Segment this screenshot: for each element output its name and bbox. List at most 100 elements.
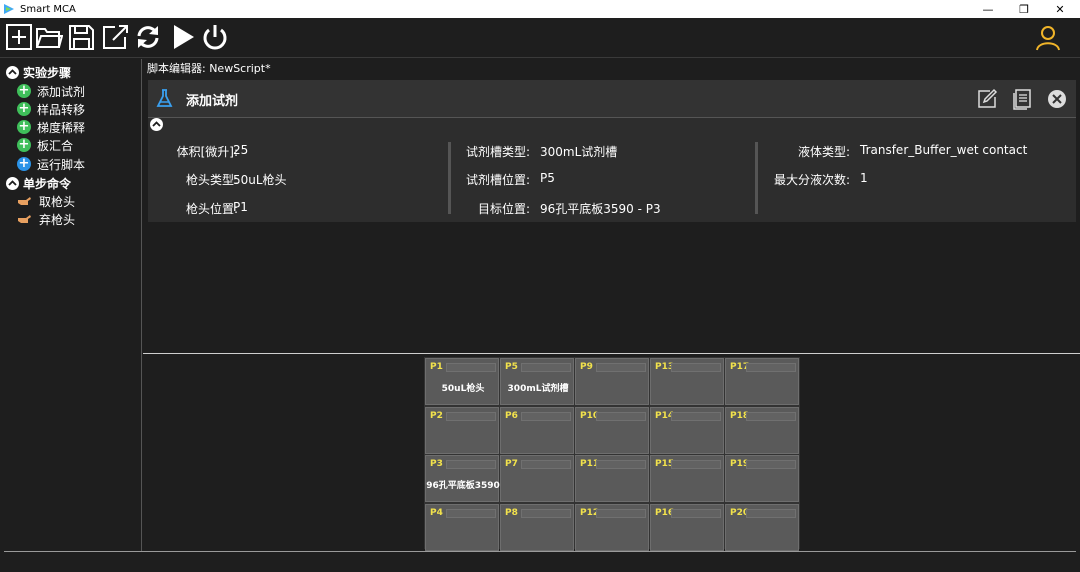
- power-icon: [203, 25, 227, 50]
- reservoir-position-value[interactable]: P5: [540, 171, 555, 185]
- liquid-type-label: 液体类型:: [797, 145, 850, 159]
- reservoir-type-value[interactable]: 300mL试剂槽: [540, 143, 617, 160]
- deck-slot-p13[interactable]: P13: [650, 358, 724, 405]
- deck-slot-p12[interactable]: P12: [575, 503, 649, 551]
- edit-icon[interactable]: [976, 88, 998, 110]
- plus-icon: +: [17, 119, 31, 134]
- target-position-value[interactable]: 96孔平底板3590 - P3: [540, 200, 661, 217]
- new-script-button[interactable]: [4, 22, 34, 52]
- tree-item-gradient-dilution[interactable]: + 梯度稀释: [17, 118, 85, 136]
- slot-bar: [596, 508, 646, 518]
- plus-icon: +: [17, 156, 31, 171]
- deck-slot-p8[interactable]: P8: [500, 503, 574, 551]
- deck-slot-p20[interactable]: P20: [725, 503, 799, 551]
- slot-bar: [446, 363, 496, 372]
- max-dispense-label: 最大分液次数:: [773, 173, 850, 187]
- tip-type-value[interactable]: 50uL枪头: [233, 171, 287, 188]
- toolbar: [0, 18, 1080, 58]
- target-position-label: 目标位置:: [477, 202, 530, 216]
- play-icon: [174, 25, 194, 49]
- deck-slot-p18[interactable]: P18: [725, 406, 799, 454]
- script-editor-label: 脚本编辑器: NewScript*: [147, 62, 271, 75]
- tree-item-plate-merge[interactable]: + 板汇合: [17, 136, 73, 154]
- slot-bar: [446, 460, 496, 469]
- tree-item-sample-transfer[interactable]: + 样品转移: [17, 100, 85, 118]
- close-step-icon[interactable]: [1046, 88, 1068, 110]
- slot-bar: [671, 411, 721, 421]
- deck-slot-p10[interactable]: P10: [575, 406, 649, 454]
- tree-category-experiment-steps[interactable]: 实验步骤: [6, 63, 71, 81]
- slot-id: P8: [505, 507, 518, 518]
- tip-position-value[interactable]: P1: [233, 200, 248, 214]
- step-card-header: 添加试剂: [148, 80, 1076, 118]
- export-button[interactable]: [100, 22, 130, 52]
- deck-slot-p16[interactable]: P16: [650, 503, 724, 551]
- slot-id: P6: [505, 410, 518, 421]
- restore-button[interactable]: ❐: [1006, 0, 1042, 18]
- collapse-icon[interactable]: [6, 176, 19, 190]
- export-icon: [103, 25, 128, 49]
- hand-pointer-icon: [18, 197, 31, 205]
- tree-item-drop-tip[interactable]: 弃枪头: [17, 210, 75, 228]
- slot-bar: [746, 411, 796, 421]
- tree-item-pick-tip[interactable]: 取枪头: [17, 192, 75, 210]
- deck-slot-p4[interactable]: P4: [425, 503, 499, 551]
- open-script-button[interactable]: [34, 22, 64, 52]
- plus-icon: +: [17, 83, 31, 98]
- step-card: 添加试剂 体积[微升]: 25 枪头类型: 50uL枪头 枪头位置: P1 试剂…: [148, 80, 1076, 222]
- collapse-details-icon[interactable]: [150, 118, 163, 131]
- slot-id: P3: [430, 459, 443, 469]
- slot-bar: [521, 460, 571, 469]
- save-script-button[interactable]: [66, 22, 96, 52]
- slot-content: 96孔平底板3590: [426, 481, 500, 491]
- deck-slot-p14[interactable]: P14: [650, 406, 724, 454]
- slot-bar: [521, 411, 571, 421]
- slot-content: 50uL枪头: [441, 384, 485, 394]
- tip-position-label: 枪头位置:: [185, 202, 238, 216]
- slot-bar: [746, 508, 796, 518]
- deck-slot-p5[interactable]: P5 300mL试剂槽: [500, 358, 574, 405]
- window-title: Smart MCA: [20, 3, 76, 15]
- slot-bar: [596, 363, 646, 372]
- user-icon[interactable]: [1034, 24, 1062, 52]
- max-dispense-value[interactable]: 1: [860, 171, 868, 185]
- deck-slot-p1[interactable]: P1 50uL枪头: [425, 358, 499, 405]
- deck-slot-p7[interactable]: P7: [500, 455, 574, 502]
- deck-slot-p15[interactable]: P15: [650, 455, 724, 502]
- collapse-icon[interactable]: [6, 65, 19, 79]
- slot-bar: [446, 508, 496, 518]
- deck-slot-p19[interactable]: P19: [725, 455, 799, 502]
- folder-open-icon: [36, 28, 63, 48]
- slot-bar: [596, 411, 646, 421]
- close-window-button[interactable]: ✕: [1042, 0, 1078, 18]
- liquid-type-value[interactable]: Transfer_Buffer_wet contact: [860, 143, 1027, 157]
- tip-type-label: 枪头类型:: [185, 173, 238, 187]
- slot-bar: [746, 363, 796, 372]
- deck-slot-p6[interactable]: P6: [500, 406, 574, 454]
- refresh-icon: [137, 26, 159, 48]
- reservoir-type-label: 试剂槽类型:: [465, 145, 530, 159]
- run-button[interactable]: [168, 22, 198, 52]
- slot-id: P4: [430, 507, 443, 518]
- flask-icon: [156, 89, 173, 107]
- slot-bar: [746, 460, 796, 469]
- deck-layout: P1 50uL枪头 P5 300mL试剂槽 P9 P13 P17 P2 P6 P10 P14 P18 P…: [424, 357, 800, 551]
- title-bar: Smart MCA — ❐ ✕: [0, 0, 1080, 18]
- hand-pointer-icon: [18, 215, 31, 223]
- power-button[interactable]: [200, 22, 230, 52]
- deck-slot-p3[interactable]: P3 96孔平底板3590: [425, 455, 500, 502]
- slot-bar: [521, 508, 571, 518]
- deck-slot-p11[interactable]: P11: [575, 455, 649, 502]
- volume-value[interactable]: 25: [233, 143, 248, 157]
- slot-bar: [671, 508, 721, 518]
- deck-slot-p17[interactable]: P17: [725, 358, 799, 405]
- tree-category-single-step-commands[interactable]: 单步命令: [6, 174, 71, 192]
- tree-item-run-script[interactable]: + 运行脚本: [17, 155, 85, 173]
- slot-id: P1: [430, 362, 443, 372]
- notes-icon[interactable]: [1011, 88, 1033, 110]
- minimize-button[interactable]: —: [970, 0, 1006, 18]
- deck-slot-p2[interactable]: P2: [425, 406, 499, 454]
- tree-item-add-reagent[interactable]: + 添加试剂: [17, 82, 85, 100]
- deck-slot-p9[interactable]: P9: [575, 358, 649, 405]
- refresh-button[interactable]: [133, 22, 163, 52]
